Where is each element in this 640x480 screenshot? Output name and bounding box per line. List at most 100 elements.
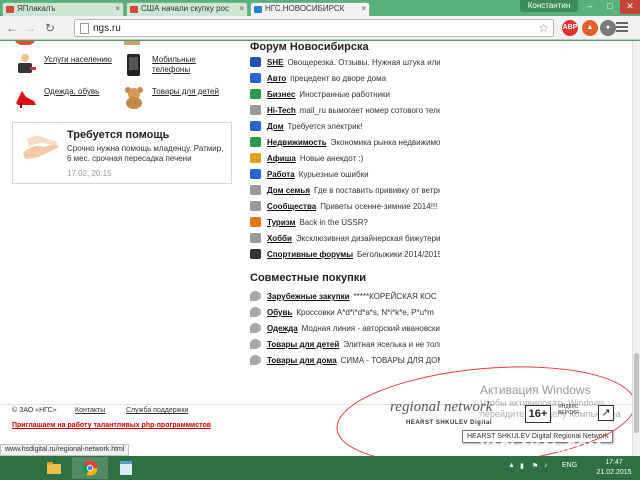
help-card-title[interactable]: Требуется помощь: [67, 129, 169, 141]
forum-section-link[interactable]: Авто: [267, 74, 286, 83]
language-indicator[interactable]: ENG: [562, 462, 577, 469]
address-bar[interactable]: ☆: [74, 19, 554, 37]
adblock-icon[interactable]: ABP: [562, 20, 578, 36]
support-link[interactable]: Служба поддержки: [126, 407, 188, 414]
forum-row[interactable]: Туризм Back in the USSR?: [250, 217, 440, 231]
contacts-link[interactable]: Контакты: [75, 407, 105, 414]
taskbar-notepad[interactable]: [108, 457, 144, 479]
forum-topic-text[interactable]: Экономика рынка недвижимос: [331, 138, 440, 147]
service-link[interactable]: Мобильные телефоны: [122, 53, 232, 79]
forum-section-link[interactable]: Недвижимость: [267, 138, 327, 147]
service-link[interactable]: Одежда, обувь: [14, 85, 124, 111]
tab-yaplakal[interactable]: ЯПлакалъ ×: [2, 2, 124, 16]
forum-topic-text[interactable]: Иностранные работники: [299, 90, 390, 99]
joint-topic-text[interactable]: Элитная яселька и не только: [343, 340, 440, 349]
taskbar-explorer[interactable]: [36, 457, 72, 479]
forum-row[interactable]: Сообщества Приветы осенне-зимние 2014!!!: [250, 201, 440, 215]
close-tab-icon[interactable]: ×: [239, 3, 244, 15]
forum-row[interactable]: Недвижимость Экономика рынка недвижимос: [250, 137, 440, 151]
forum-topic-text[interactable]: mail_ru вымогает номер сотового теле: [300, 106, 440, 115]
forum-row[interactable]: Дом семья Где в поставить прививку от вет…: [250, 185, 440, 199]
taskbar-chrome[interactable]: [72, 457, 108, 479]
forum-row[interactable]: Бизнес Иностранные работники: [250, 89, 440, 103]
forum-topic-text[interactable]: Требуется электрик!: [288, 122, 363, 131]
close-tab-icon[interactable]: ×: [361, 3, 366, 15]
forum-section-link[interactable]: Туризм: [267, 218, 295, 227]
service-label[interactable]: Мобильные телефоны: [152, 55, 232, 75]
tab-usa-news[interactable]: США начали скупку рос ×: [126, 2, 248, 16]
forward-button[interactable]: →: [22, 20, 38, 36]
forum-topic-text[interactable]: Курьезные ошибки: [299, 170, 369, 179]
extension-icon[interactable]: ●: [600, 20, 616, 36]
joint-category-link[interactable]: Зарубежные закупки: [267, 292, 350, 301]
forum-topic-text[interactable]: Беголыжики 2014/2015: [357, 250, 440, 259]
forum-row[interactable]: Дом Требуется электрик!: [250, 121, 440, 135]
forum-topic-text[interactable]: прецедент во дворе дома: [290, 74, 386, 83]
joint-topic-text[interactable]: Модная линия - авторский ивановски: [302, 324, 440, 333]
forum-topic-text[interactable]: Где в поставить прививку от ветрян: [314, 186, 440, 195]
profile-name[interactable]: Константин: [520, 0, 578, 12]
joint-purchase-row[interactable]: Одежда Модная линия - авторский ивановски: [250, 323, 440, 337]
joint-category-link[interactable]: Товары для детей: [267, 340, 339, 349]
joint-category-link[interactable]: Одежда: [267, 324, 298, 333]
menu-icon[interactable]: [616, 22, 628, 33]
flag-icon[interactable]: ⚑: [532, 462, 538, 470]
forum-topic-text[interactable]: Back in the USSR?: [299, 218, 367, 227]
forum-row[interactable]: Авто прецедент во дворе дома: [250, 73, 440, 87]
joint-purchase-row[interactable]: Товары для детей Элитная яселька и не тол…: [250, 339, 440, 353]
joint-topic-text[interactable]: Кроссовки A*d*i*d*a*s, N*i*k*e, P*u*m: [296, 308, 433, 317]
forum-section-link[interactable]: Сообщества: [267, 202, 316, 211]
forum-row[interactable]: Работа Курьезные ошибки: [250, 169, 440, 183]
footer-contacts-link[interactable]: Контакты: [75, 407, 105, 414]
joint-purchase-row[interactable]: Обувь Кроссовки A*d*i*d*a*s, N*i*k*e, P*u…: [250, 307, 440, 321]
forum-section-link[interactable]: Дом: [267, 122, 284, 131]
close-window-button[interactable]: ✕: [620, 0, 640, 14]
reload-button[interactable]: ↻: [42, 20, 58, 36]
footer-support-link[interactable]: Служба поддержки: [126, 407, 188, 414]
forum-section-link[interactable]: Хобби: [267, 234, 292, 243]
vertical-scrollbar[interactable]: [632, 41, 640, 456]
service-link[interactable]: Товары для детей: [122, 85, 232, 111]
forum-row[interactable]: Афиша Новые анекдот :): [250, 153, 440, 167]
forum-section-link[interactable]: Работа: [267, 170, 295, 179]
forum-row[interactable]: Спортивные форумы Беголыжики 2014/2015: [250, 249, 440, 263]
url-input[interactable]: [93, 21, 533, 35]
service-label[interactable]: Услуги населению: [44, 55, 112, 65]
forum-row[interactable]: SHE Овощерезка. Отзывы. Нужная штука или …: [250, 57, 440, 71]
forum-title[interactable]: Форум Новосибирска: [250, 41, 369, 53]
forum-section-link[interactable]: Спортивные форумы: [267, 250, 353, 259]
jobs-promo-link[interactable]: Приглашаем на работу талантливых php-про…: [12, 422, 211, 429]
tray-arrow-icon[interactable]: ▲: [508, 462, 515, 469]
close-tab-icon[interactable]: ×: [115, 3, 120, 15]
maximize-button[interactable]: □: [600, 0, 620, 14]
extension-icon[interactable]: ▲: [582, 20, 598, 36]
joint-topic-text[interactable]: *****КОРЕЙСКАЯ КОС: [354, 292, 437, 301]
forum-topic-text[interactable]: Овощерезка. Отзывы. Нужная штука или не: [287, 58, 440, 67]
forum-topic-text[interactable]: Приветы осенне-зимние 2014!!!: [320, 202, 437, 211]
joint-topic-text[interactable]: СИМА - ТОВАРЫ ДЛЯ ДОМА: [341, 356, 440, 365]
forum-section-link[interactable]: SHE: [267, 58, 283, 67]
forum-topic-text[interactable]: Эксклюзивная дизайнерская бижутерия: [296, 234, 440, 243]
forum-section-link[interactable]: Hi-Tech: [267, 106, 296, 115]
service-label[interactable]: Товары для детей: [152, 87, 219, 97]
service-link[interactable]: Услуги населению: [14, 53, 124, 79]
forum-section-link[interactable]: Афиша: [267, 154, 296, 163]
joint-category-link[interactable]: Обувь: [267, 308, 292, 317]
joint-purchases-title[interactable]: Совместные покупки: [250, 272, 366, 284]
forum-section-link[interactable]: Бизнес: [267, 90, 295, 99]
back-button[interactable]: ←: [4, 20, 20, 36]
forum-row[interactable]: Hi-Tech mail_ru вымогает номер сотового т…: [250, 105, 440, 119]
joint-purchase-row[interactable]: Зарубежные закупки *****КОРЕЙСКАЯ КОС: [250, 291, 440, 305]
star-icon[interactable]: ☆: [538, 21, 549, 35]
service-label[interactable]: Одежда, обувь: [44, 87, 99, 97]
help-card[interactable]: Требуется помощь Срочно нужна помощь мла…: [12, 122, 232, 184]
forum-topic-text[interactable]: Новые анекдот :): [300, 154, 363, 163]
scrollbar-thumb[interactable]: [634, 353, 639, 433]
clock[interactable]: 17:47 21.02.2015: [594, 458, 634, 478]
joint-purchase-row[interactable]: Товары для дома СИМА - ТОВАРЫ ДЛЯ ДОМА: [250, 355, 440, 369]
forum-section-link[interactable]: Дом семья: [267, 186, 310, 195]
tab-ngs[interactable]: НГС.НОВОСИБИРСК ×: [250, 2, 370, 16]
joint-category-link[interactable]: Товары для дома: [267, 356, 337, 365]
volume-icon[interactable]: ♪: [544, 462, 548, 469]
network-icon[interactable]: ▮: [520, 462, 524, 470]
